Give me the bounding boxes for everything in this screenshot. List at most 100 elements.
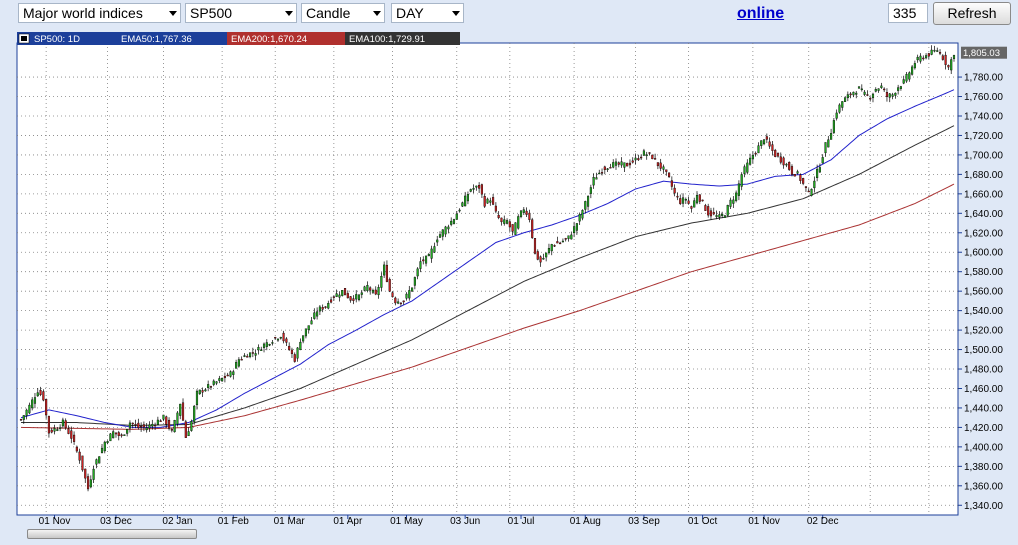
- candle-body: [360, 292, 363, 295]
- x-tick-label: 01 Aug: [570, 516, 601, 527]
- bar-count-input[interactable]: 335: [888, 3, 928, 23]
- y-tick-label: 1,760.00: [964, 92, 1003, 103]
- y-tick-label: 1,660.00: [964, 189, 1003, 200]
- candle-body: [290, 349, 294, 354]
- candle-body: [857, 86, 861, 89]
- candle-body: [690, 206, 693, 209]
- candle-body: [816, 168, 819, 179]
- candle-body: [595, 177, 598, 180]
- candle-body: [19, 419, 23, 421]
- candle-body: [578, 214, 581, 222]
- candle-body: [109, 433, 112, 442]
- candle-body: [489, 200, 492, 203]
- candle-body: [735, 192, 738, 201]
- candle-body: [894, 92, 897, 96]
- candle-body: [813, 180, 816, 189]
- legend-series-label: SP500: 1D: [34, 34, 80, 45]
- candle-body: [774, 149, 777, 157]
- market-select-value: Major world indices: [23, 5, 143, 21]
- toolbar: Major world indices SP500 Candle DAY onl…: [0, 0, 1018, 28]
- candle-body: [444, 226, 447, 235]
- y-tick-label: 1,640.00: [964, 209, 1003, 220]
- candle-body: [335, 293, 338, 297]
- candle-body: [740, 174, 743, 187]
- candle-body: [452, 219, 456, 224]
- candle-body: [221, 377, 224, 382]
- candle-body: [388, 279, 391, 292]
- candle-body: [517, 216, 520, 229]
- candle-body: [818, 167, 821, 173]
- x-tick-label: 02 Dec: [807, 516, 839, 527]
- candle-body: [61, 419, 64, 427]
- candle-body: [223, 376, 226, 379]
- candle-body: [377, 287, 380, 296]
- candle-body: [103, 441, 106, 452]
- candle-body: [296, 347, 299, 359]
- candle-body: [131, 422, 134, 425]
- candle-body: [866, 94, 869, 96]
- candle-body: [600, 172, 604, 174]
- candle-body: [385, 264, 389, 282]
- candle-body: [383, 264, 386, 276]
- candle-body: [59, 427, 62, 429]
- candle-body: [265, 342, 268, 347]
- candle-body: [681, 197, 685, 204]
- scrollbar-thumb[interactable]: [27, 529, 197, 539]
- candle-body: [366, 285, 369, 291]
- candle-body: [589, 187, 592, 194]
- candle-body: [771, 144, 774, 151]
- candle-body: [542, 258, 545, 260]
- symbol-select[interactable]: SP500: [185, 3, 297, 23]
- period-select[interactable]: DAY: [391, 3, 464, 23]
- candle-body: [167, 419, 171, 429]
- candle-body: [665, 169, 668, 172]
- candle-body: [430, 248, 433, 259]
- candle-body: [614, 161, 618, 166]
- candle-body: [50, 429, 53, 433]
- y-tick-label: 1,700.00: [964, 150, 1003, 161]
- candle-body: [215, 381, 218, 384]
- candle-body: [251, 352, 254, 354]
- candle-body: [145, 427, 148, 431]
- candle-body: [100, 447, 104, 453]
- candle-body: [609, 167, 612, 169]
- chart-type-select[interactable]: Candle: [301, 3, 385, 23]
- y-tick-label: 1,340.00: [964, 501, 1003, 512]
- candle-body: [550, 244, 553, 252]
- candle-body: [891, 94, 894, 97]
- candle-body: [341, 290, 344, 296]
- x-tick-label: 01 Oct: [688, 516, 718, 527]
- market-select[interactable]: Major world indices: [18, 3, 181, 23]
- candle-body: [888, 93, 891, 98]
- candle-body: [874, 89, 877, 92]
- candle-body: [782, 157, 785, 166]
- candle-body: [567, 235, 570, 239]
- candle-body: [849, 93, 852, 96]
- candle-body: [905, 74, 908, 82]
- refresh-button[interactable]: Refresh: [933, 2, 1011, 25]
- candle-body: [511, 224, 514, 232]
- candle-body: [642, 150, 645, 156]
- candle-body: [475, 185, 478, 188]
- candle-body: [559, 242, 562, 245]
- candle-body: [92, 468, 95, 480]
- horizontal-scrollbar[interactable]: [15, 527, 960, 541]
- candle-body: [330, 299, 333, 303]
- candle-body: [112, 431, 115, 439]
- price-chart[interactable]: 1,340.00 1,360.00 1,380.00 1,400.00 1,420.00…: [15, 31, 1018, 527]
- candle-body: [631, 160, 634, 163]
- candle-body: [768, 141, 771, 147]
- candle-body: [721, 213, 724, 216]
- candle-body: [561, 240, 564, 243]
- candle-body: [126, 429, 129, 434]
- candle-body: [184, 421, 187, 438]
- online-link[interactable]: online: [737, 5, 784, 23]
- candle-body: [804, 186, 808, 188]
- candle-body: [436, 239, 439, 243]
- chart-area[interactable]: 1,340.00 1,360.00 1,380.00 1,400.00 1,420.00…: [15, 31, 1018, 545]
- candle-body: [762, 139, 766, 145]
- candle-body: [938, 52, 942, 54]
- candle-body: [522, 209, 525, 213]
- candle-body: [89, 479, 92, 488]
- candle-body: [603, 166, 606, 170]
